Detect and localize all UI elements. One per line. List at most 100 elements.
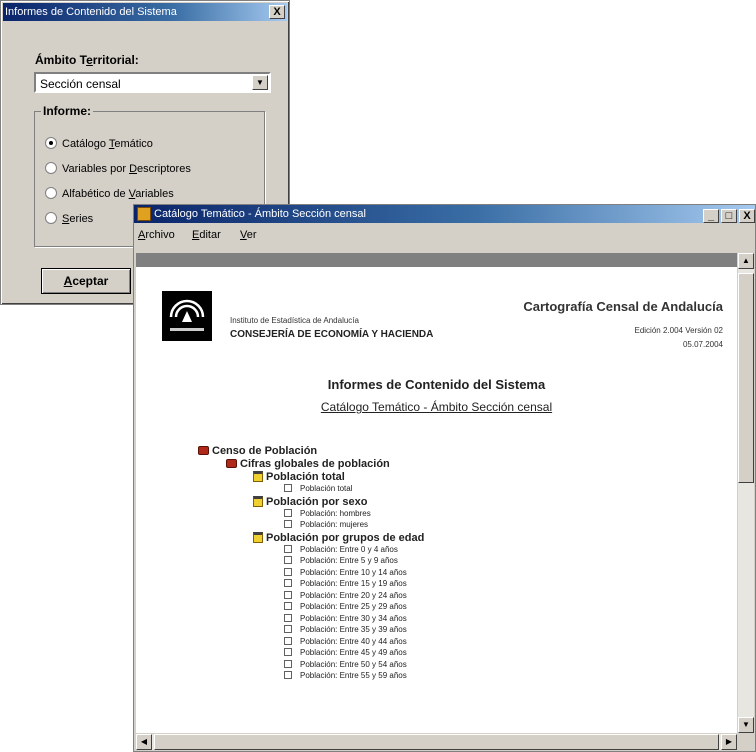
dialog-close-button[interactable]: X — [269, 5, 285, 19]
tree-item-label: Población: Entre 35 y 39 años — [300, 625, 407, 634]
checkbox-icon — [284, 556, 292, 564]
app-icon — [137, 207, 151, 221]
chevron-down-icon[interactable]: ▼ — [252, 75, 268, 90]
junta-andalucia-logo — [162, 291, 212, 341]
tree-item-level-3[interactable]: Población: hombres — [284, 509, 371, 518]
checkbox-icon — [284, 671, 292, 679]
checkbox-icon — [284, 602, 292, 610]
radio-series[interactable]: Series — [45, 212, 93, 225]
dialog-title: Informes de Contenido del Sistema — [5, 6, 177, 18]
radio-selected-icon[interactable] — [45, 137, 57, 149]
aceptar-button[interactable]: Aceptar — [41, 268, 131, 294]
tree-item-label: Población: Entre 15 y 19 años — [300, 579, 407, 588]
consejeria-name: CONSEJERÍA DE ECONOMÍA Y HACIENDA — [230, 329, 434, 340]
tree-item-label: Población: Entre 55 y 59 años — [300, 671, 407, 680]
tree-item-level-3[interactable]: Población: Entre 5 y 9 años — [284, 556, 398, 565]
radio-catalogo-tematico[interactable]: Catálogo Temático — [45, 137, 153, 150]
horizontal-scroll-thumb[interactable] — [154, 734, 719, 750]
window-title: Catálogo Temático - Ámbito Sección censa… — [154, 208, 366, 220]
report-title: Informes de Contenido del Sistema — [327, 377, 546, 392]
tree-item-level-3[interactable]: Población: Entre 30 y 34 años — [284, 614, 407, 623]
checkbox-icon — [284, 637, 292, 645]
maximize-button[interactable]: □ — [721, 209, 737, 223]
tree-item-label: Población: Entre 30 y 34 años — [300, 614, 407, 623]
tree-item-label: Censo de Población — [212, 445, 318, 457]
tree-item-level-0[interactable]: Censo de Población — [198, 445, 317, 457]
institute-name: Instituto de Estadística de Andalucía — [230, 316, 359, 325]
checkbox-icon — [284, 579, 292, 587]
tree-item-label: Cifras globales de población — [240, 458, 390, 470]
tree-item-level-3[interactable]: Población: Entre 10 y 14 años — [284, 568, 407, 577]
tree-item-level-3[interactable]: Población: Entre 25 y 29 años — [284, 602, 407, 611]
checkbox-icon — [284, 648, 292, 656]
tree-item-label: Población: mujeres — [300, 520, 369, 529]
radio-icon[interactable] — [45, 187, 57, 199]
report-viewer[interactable]: Instituto de Estadística de Andalucía CO… — [136, 267, 737, 733]
report-date: 05.07.2004 — [682, 340, 723, 349]
checkbox-icon — [284, 614, 292, 622]
tree-item-label: Población: Entre 40 y 44 años — [300, 637, 407, 646]
tree-item-level-3[interactable]: Población: Entre 0 y 4 años — [284, 545, 398, 554]
dialog-titlebar[interactable]: Informes de Contenido del Sistema X — [3, 3, 287, 21]
scroll-up-icon[interactable]: ▲ — [738, 253, 754, 269]
scroll-right-icon[interactable]: ▶ — [721, 734, 737, 750]
checkbox-icon — [284, 484, 292, 492]
report-product-title: Cartografía Censal de Andalucía — [523, 299, 723, 314]
tree-item-level-3[interactable]: Población: Entre 40 y 44 años — [284, 637, 407, 646]
tree-item-label: Población: Entre 50 y 54 años — [300, 660, 407, 669]
tree-item-level-3[interactable]: Población: mujeres — [284, 520, 368, 529]
tree-item-label: Población: Entre 10 y 14 años — [300, 568, 407, 577]
menu-ver[interactable]: Ver — [240, 229, 257, 241]
report-subtitle: Catálogo Temático - Ámbito Sección censa… — [320, 400, 553, 414]
menu-editar[interactable]: Editar — [192, 229, 221, 241]
book-icon — [198, 446, 209, 455]
checkbox-icon — [284, 625, 292, 633]
tree-item-level-2[interactable]: Población total — [253, 471, 345, 483]
ambito-select[interactable]: Sección censal ▼ — [34, 72, 271, 93]
radio-icon[interactable] — [45, 212, 57, 224]
book-icon — [226, 459, 237, 468]
checkbox-icon — [284, 660, 292, 668]
catalogo-window: Catálogo Temático - Ámbito Sección censa… — [133, 204, 756, 752]
checkbox-icon — [284, 509, 292, 517]
clipboard-icon — [253, 496, 263, 507]
tree-item-level-2[interactable]: Población por sexo — [253, 496, 367, 508]
viewer-toolbar-band — [136, 253, 737, 267]
scroll-down-icon[interactable]: ▼ — [738, 717, 754, 733]
tree-item-level-1[interactable]: Cifras globales de población — [226, 458, 390, 470]
vertical-scroll-thumb[interactable] — [738, 273, 754, 483]
checkbox-icon — [284, 591, 292, 599]
tree-item-label: Población: Entre 0 y 4 años — [300, 545, 398, 554]
minimize-button[interactable]: _ — [703, 209, 719, 223]
tree-item-label: Población: hombres — [300, 509, 371, 518]
checkbox-icon — [284, 520, 292, 528]
radio-icon[interactable] — [45, 162, 57, 174]
vertical-scrollbar[interactable]: ▲ ▼ — [738, 253, 754, 733]
menu-archivo[interactable]: Archivo — [138, 229, 175, 241]
scroll-left-icon[interactable]: ◀ — [136, 734, 152, 750]
tree-item-level-3[interactable]: Población: Entre 55 y 59 años — [284, 671, 407, 680]
tree-item-level-3[interactable]: Población: Entre 35 y 39 años — [284, 625, 407, 634]
tree-item-level-3[interactable]: Población: Entre 45 y 49 años — [284, 648, 407, 657]
clipboard-icon — [253, 532, 263, 543]
tree-item-level-3[interactable]: Población: Entre 15 y 19 años — [284, 579, 407, 588]
tree-item-label: Población: Entre 5 y 9 años — [300, 556, 398, 565]
tree-item-label: Población: Entre 25 y 29 años — [300, 602, 407, 611]
tree-item-label: Población por sexo — [266, 496, 368, 508]
horizontal-scrollbar[interactable]: ◀ ▶ — [136, 734, 737, 750]
tree-item-label: Población: Entre 45 y 49 años — [300, 648, 407, 657]
close-button[interactable]: X — [739, 209, 755, 223]
tree-item-level-3[interactable]: Población: Entre 20 y 24 años — [284, 591, 407, 600]
tree-item-label: Población total — [266, 471, 345, 483]
tree-item-level-3[interactable]: Población total — [284, 484, 352, 493]
tree-item-label: Población: Entre 20 y 24 años — [300, 591, 407, 600]
tree-item-level-3[interactable]: Población: Entre 50 y 54 años — [284, 660, 407, 669]
radio-variables-descriptores[interactable]: Variables por Descriptores — [45, 162, 191, 175]
window-titlebar[interactable]: Catálogo Temático - Ámbito Sección censa… — [134, 205, 755, 223]
ambito-select-value: Sección censal — [40, 77, 121, 91]
tree-item-level-2[interactable]: Población por grupos de edad — [253, 532, 424, 544]
checkbox-icon — [284, 545, 292, 553]
radio-alfabetico-variables[interactable]: Alfabético de Variables — [45, 187, 174, 200]
ambito-territorial-label: Ámbito Territorial: — [35, 53, 139, 67]
clipboard-icon — [253, 471, 263, 482]
